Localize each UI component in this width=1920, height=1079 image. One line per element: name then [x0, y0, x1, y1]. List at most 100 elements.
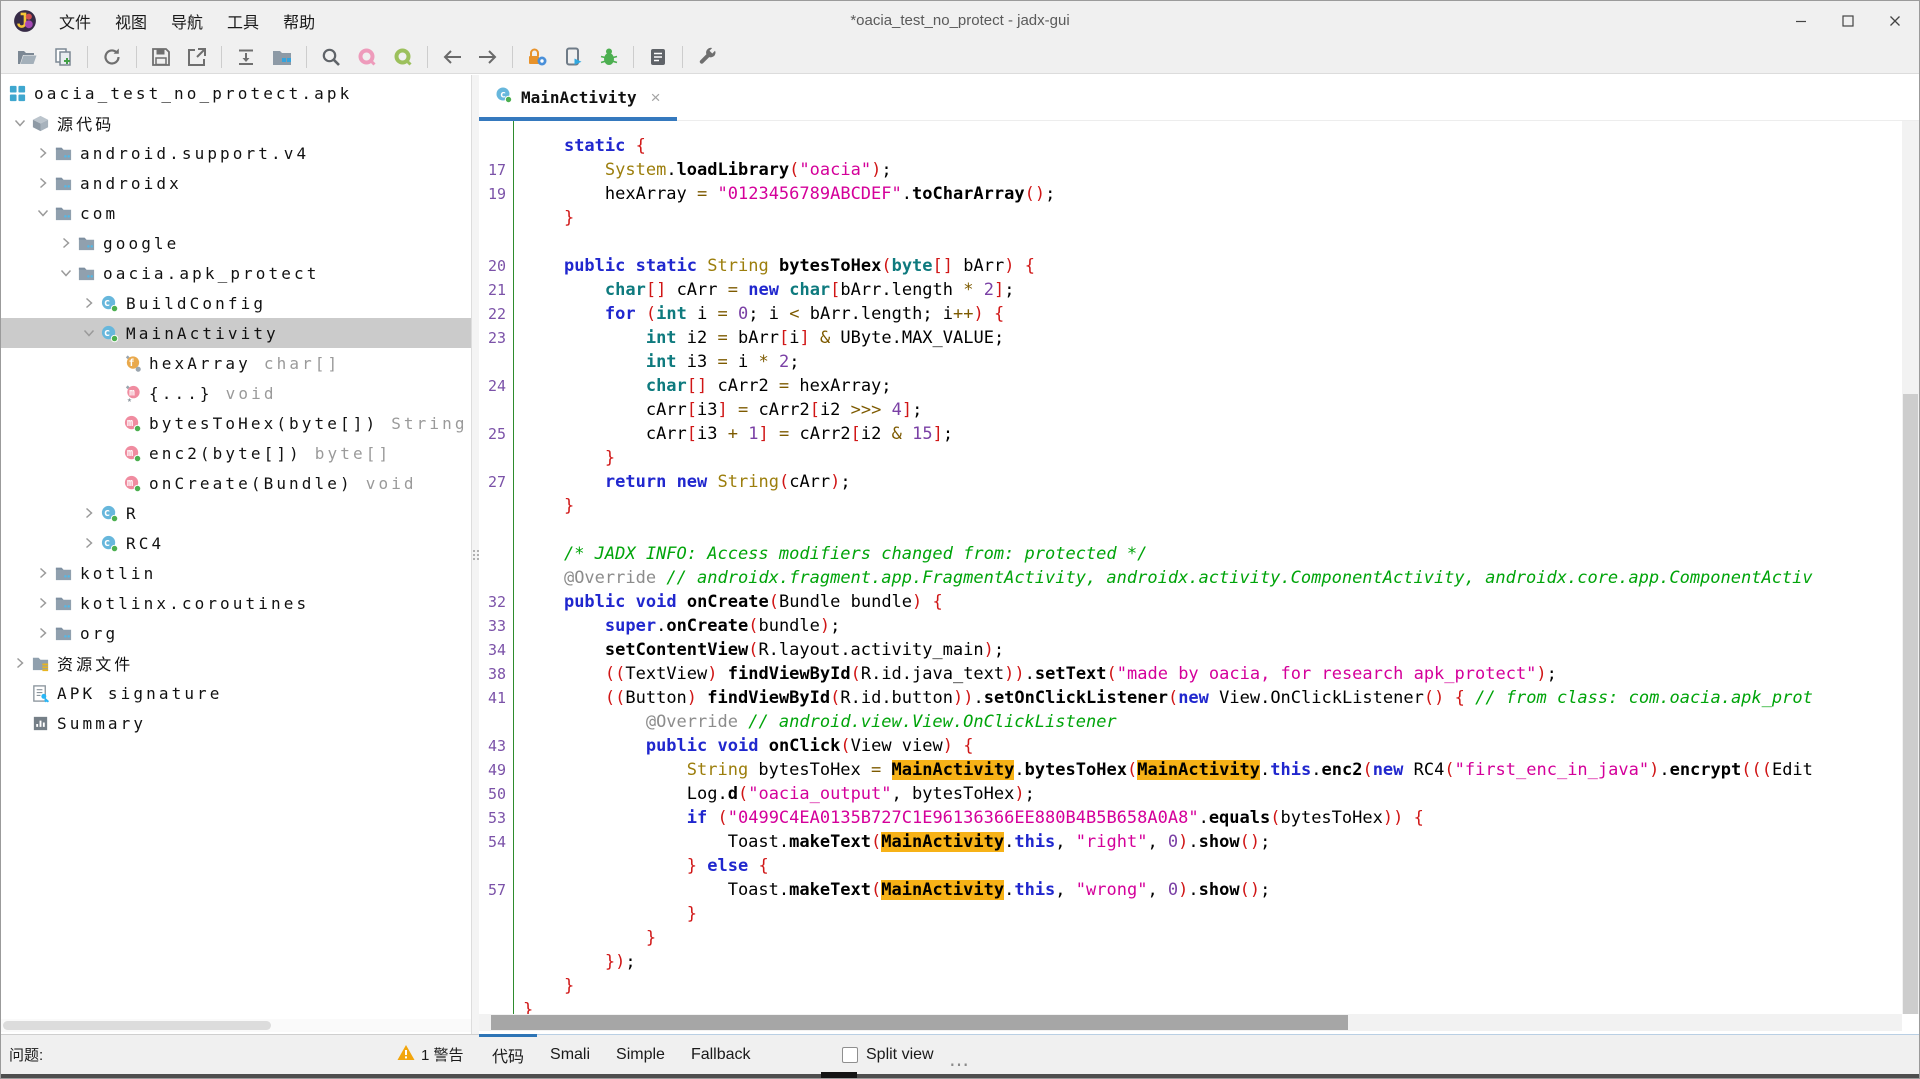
- code-text: super.onCreate(bundle);: [604, 616, 841, 636]
- panel-splitter[interactable]: [471, 75, 479, 1034]
- warning-indicator[interactable]: 1 警告: [397, 1035, 464, 1074]
- view-tab-代码[interactable]: 代码: [479, 1034, 538, 1074]
- code-view[interactable]: static {17 System.loadLibrary("oacia"); 1…: [479, 121, 1902, 1014]
- menu-item[interactable]: 文件: [47, 3, 103, 39]
- chevron-down-icon[interactable]: [9, 117, 31, 129]
- split-view-toggle[interactable]: Split view: [842, 1035, 934, 1074]
- forward-icon[interactable]: [470, 43, 506, 71]
- tree-item[interactable]: m onCreate(Bundle) void: [1, 468, 471, 498]
- code-line: 23 int i2 = bArr[i] & UByte.MAX_VALUE;: [479, 326, 1902, 350]
- tree-item[interactable]: 源代码: [1, 108, 471, 138]
- save-all-icon[interactable]: [143, 43, 179, 71]
- chevron-down-icon[interactable]: [78, 327, 100, 339]
- export-icon[interactable]: [179, 43, 215, 71]
- tree-item[interactable]: m ★ {...} void: [1, 378, 471, 408]
- device-icon[interactable]: [555, 43, 591, 71]
- chevron-right-icon[interactable]: [32, 147, 54, 159]
- tree-item-label: google: [103, 233, 180, 253]
- debugger-icon[interactable]: [591, 43, 627, 71]
- chevron-right-icon[interactable]: [32, 567, 54, 579]
- line-number: 34: [487, 641, 506, 659]
- jadx-gui-window: 文件 视图 导航 工具 帮助 *oacia_test_no_protect - jadx…: [0, 0, 1920, 1079]
- line-number: [479, 998, 513, 1014]
- chevron-right-icon[interactable]: [78, 297, 100, 309]
- maximize-button[interactable]: [1824, 1, 1871, 40]
- chevron-right-icon[interactable]: [32, 627, 54, 639]
- tree-item[interactable]: oacia_test_no_protect.apk: [1, 78, 471, 108]
- tree-item[interactable]: kotlin: [1, 558, 471, 588]
- view-tab-smali[interactable]: Smali: [537, 1035, 603, 1074]
- menu-item[interactable]: 导航: [159, 3, 215, 39]
- back-icon[interactable]: [434, 43, 470, 71]
- chevron-right-icon[interactable]: [32, 177, 54, 189]
- tree-item[interactable]: kotlinx.coroutines: [1, 588, 471, 618]
- chevron-right-icon[interactable]: [78, 507, 100, 519]
- flatten-packages-icon[interactable]: [228, 43, 264, 71]
- tree-item[interactable]: Summary: [1, 708, 471, 738]
- editor-vertical-scrollbar[interactable]: [1902, 121, 1919, 1014]
- comment-search-icon[interactable]: [385, 43, 421, 71]
- sync-packages-icon[interactable]: [264, 43, 300, 71]
- view-tab-fallback[interactable]: Fallback: [678, 1035, 764, 1074]
- tree-item-label: bytesToHex(byte[]): [149, 413, 379, 433]
- toolbar-separator: [306, 45, 307, 68]
- tree-horizontal-scrollbar[interactable]: [1, 1019, 471, 1032]
- text-search-icon[interactable]: [313, 43, 349, 71]
- tree-item-label: androidx: [80, 173, 182, 193]
- chevron-right-icon[interactable]: [32, 597, 54, 609]
- deobfuscation-icon[interactable]: [519, 43, 555, 71]
- tree-item[interactable]: c RC4: [1, 528, 471, 558]
- tab-mainactivity[interactable]: c MainActivity ×: [479, 75, 677, 121]
- tree-item[interactable]: c MainActivity: [1, 318, 471, 348]
- tree-item-label: kotlinx.coroutines: [80, 593, 310, 613]
- chevron-down-icon[interactable]: [55, 267, 77, 279]
- refresh-icon[interactable]: [94, 43, 130, 71]
- code-line: }: [479, 494, 1902, 518]
- chevron-right-icon[interactable]: [55, 237, 77, 249]
- tree-item[interactable]: org: [1, 618, 471, 648]
- tree-item[interactable]: c BuildConfig: [1, 288, 471, 318]
- tree-item[interactable]: m enc2(byte[]) byte[]: [1, 438, 471, 468]
- minimize-button[interactable]: [1777, 1, 1824, 40]
- preferences-icon[interactable]: [689, 43, 725, 71]
- tree-item[interactable]: com: [1, 198, 471, 228]
- svg-text:f: f: [129, 357, 138, 368]
- code-line: }: [479, 206, 1902, 230]
- view-tab-simple[interactable]: Simple: [603, 1035, 678, 1074]
- code-text: public void onCreate(Bundle bundle) {: [563, 592, 943, 612]
- tree-item[interactable]: androidx: [1, 168, 471, 198]
- menu-item[interactable]: 视图: [103, 3, 159, 39]
- menu-item[interactable]: 帮助: [271, 3, 327, 39]
- toolbar-separator: [512, 45, 513, 68]
- split-view-checkbox[interactable]: [842, 1046, 858, 1063]
- log-viewer-icon[interactable]: [640, 43, 676, 71]
- chevron-right-icon[interactable]: [78, 537, 100, 549]
- vertical-scrollbar-thumb[interactable]: [1903, 394, 1918, 1014]
- tree-item[interactable]: APK signature: [1, 678, 471, 708]
- code-text: int i3 = i * 2;: [645, 352, 800, 372]
- class-search-icon[interactable]: [349, 43, 385, 71]
- tree-item[interactable]: oacia.apk_protect: [1, 258, 471, 288]
- toolbar-separator: [136, 45, 137, 68]
- code-text: }: [686, 904, 698, 924]
- tree-scrollbar-thumb[interactable]: [3, 1021, 271, 1030]
- tree-item[interactable]: f hexArray char[]: [1, 348, 471, 378]
- editor-horizontal-scrollbar[interactable]: [479, 1014, 1902, 1031]
- tree-item[interactable]: m bytesToHex(byte[]) String: [1, 408, 471, 438]
- chevron-down-icon[interactable]: [32, 207, 54, 219]
- code-text: });: [604, 952, 636, 972]
- tree-item[interactable]: 资源文件: [1, 648, 471, 678]
- open-files-icon[interactable]: [9, 43, 45, 71]
- line-number: 50: [487, 785, 506, 803]
- tree-item[interactable]: android.support.v4: [1, 138, 471, 168]
- close-button[interactable]: [1871, 1, 1918, 40]
- chevron-right-icon[interactable]: [9, 657, 31, 669]
- horizontal-scrollbar-thumb[interactable]: [491, 1015, 1348, 1030]
- menu-item[interactable]: 工具: [215, 3, 271, 39]
- tree-item[interactable]: cR: [1, 498, 471, 528]
- tree-item[interactable]: google: [1, 228, 471, 258]
- tab-close-icon[interactable]: ×: [651, 88, 661, 108]
- code-line: @Override // androidx.fragment.app.Fragm…: [479, 566, 1902, 590]
- class-icon: c: [100, 503, 120, 523]
- add-files-icon[interactable]: [45, 43, 81, 71]
